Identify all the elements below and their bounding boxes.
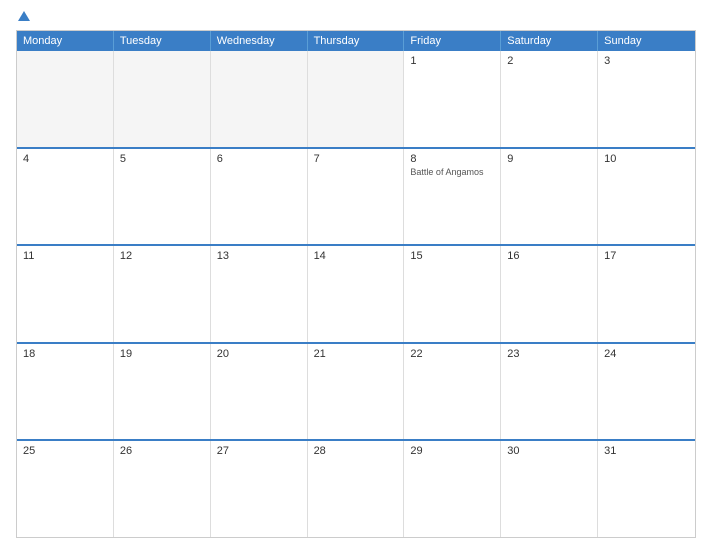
day-cell: 4 <box>17 149 114 245</box>
day-cell: 11 <box>17 246 114 342</box>
day-number: 24 <box>604 348 689 360</box>
day-cell: 9 <box>501 149 598 245</box>
logo <box>16 12 30 22</box>
day-cell: 2 <box>501 51 598 147</box>
day-number: 1 <box>410 55 494 67</box>
day-number: 9 <box>507 153 591 165</box>
week-row-1: 1 2 3 <box>17 51 695 147</box>
day-cell: 27 <box>211 441 308 537</box>
day-number: 30 <box>507 445 591 457</box>
day-number: 28 <box>314 445 398 457</box>
day-number: 23 <box>507 348 591 360</box>
day-number: 15 <box>410 250 494 262</box>
day-cell: 15 <box>404 246 501 342</box>
day-header-sunday: Sunday <box>598 31 695 51</box>
day-number: 10 <box>604 153 689 165</box>
calendar: MondayTuesdayWednesdayThursdayFridaySatu… <box>16 30 696 538</box>
day-cell: 22 <box>404 344 501 440</box>
day-number: 29 <box>410 445 494 457</box>
day-header-tuesday: Tuesday <box>114 31 211 51</box>
day-number: 18 <box>23 348 107 360</box>
day-number: 22 <box>410 348 494 360</box>
day-number: 13 <box>217 250 301 262</box>
day-cell: 7 <box>308 149 405 245</box>
day-header-friday: Friday <box>404 31 501 51</box>
day-cell: 5 <box>114 149 211 245</box>
day-number: 19 <box>120 348 204 360</box>
logo-triangle-icon <box>18 11 30 21</box>
day-header-wednesday: Wednesday <box>211 31 308 51</box>
day-cell <box>308 51 405 147</box>
day-number: 4 <box>23 153 107 165</box>
day-cell: 26 <box>114 441 211 537</box>
day-cell: 28 <box>308 441 405 537</box>
day-number: 12 <box>120 250 204 262</box>
week-row-5: 25 26 27 28 29 30 31 <box>17 439 695 537</box>
week-row-4: 18 19 20 21 22 23 24 <box>17 342 695 440</box>
page: MondayTuesdayWednesdayThursdayFridaySatu… <box>0 0 712 550</box>
day-cell: 25 <box>17 441 114 537</box>
day-number: 3 <box>604 55 689 67</box>
day-number: 20 <box>217 348 301 360</box>
day-cell: 13 <box>211 246 308 342</box>
day-cell: 30 <box>501 441 598 537</box>
day-number: 26 <box>120 445 204 457</box>
day-number: 11 <box>23 250 107 262</box>
week-row-2: 4 5 6 78 Battle of Angamos 9 10 <box>17 147 695 245</box>
day-number: 8 <box>410 153 494 165</box>
day-header-thursday: Thursday <box>308 31 405 51</box>
day-number: 17 <box>604 250 689 262</box>
day-cell: 1 <box>404 51 501 147</box>
day-headers-row: MondayTuesdayWednesdayThursdayFridaySatu… <box>17 31 695 51</box>
day-cell: 12 <box>114 246 211 342</box>
week-row-3: 11 12 13 14 15 16 17 <box>17 244 695 342</box>
day-cell: 18 <box>17 344 114 440</box>
day-number: 21 <box>314 348 398 360</box>
day-number: 27 <box>217 445 301 457</box>
day-header-monday: Monday <box>17 31 114 51</box>
day-number: 25 <box>23 445 107 457</box>
day-cell: 6 <box>211 149 308 245</box>
day-number: 14 <box>314 250 398 262</box>
day-event: Battle of Angamos <box>410 167 494 179</box>
day-cell: 29 <box>404 441 501 537</box>
day-cell: 23 <box>501 344 598 440</box>
day-cell <box>17 51 114 147</box>
day-number: 2 <box>507 55 591 67</box>
day-cell: 8 Battle of Angamos <box>404 149 501 245</box>
day-cell: 14 <box>308 246 405 342</box>
weeks-container: 12345678Battle of Angamos910111213141516… <box>17 51 695 537</box>
day-cell: 21 <box>308 344 405 440</box>
day-cell: 17 <box>598 246 695 342</box>
day-header-saturday: Saturday <box>501 31 598 51</box>
day-cell: 20 <box>211 344 308 440</box>
day-number: 6 <box>217 153 301 165</box>
day-number: 5 <box>120 153 204 165</box>
day-cell <box>211 51 308 147</box>
day-cell: 16 <box>501 246 598 342</box>
header <box>16 12 696 22</box>
day-cell <box>114 51 211 147</box>
day-cell: 3 <box>598 51 695 147</box>
day-cell: 31 <box>598 441 695 537</box>
day-number: 7 <box>314 153 398 165</box>
day-number: 31 <box>604 445 689 457</box>
day-cell: 10 <box>598 149 695 245</box>
day-cell: 24 <box>598 344 695 440</box>
day-number: 16 <box>507 250 591 262</box>
day-cell: 19 <box>114 344 211 440</box>
